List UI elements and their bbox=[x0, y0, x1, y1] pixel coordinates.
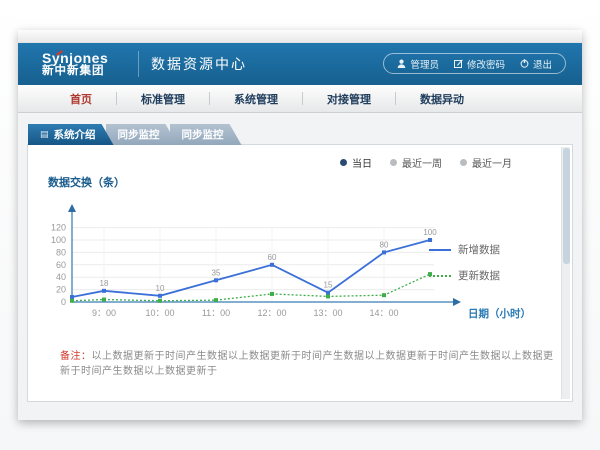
svg-text:80: 80 bbox=[380, 240, 389, 249]
window-top-strip bbox=[18, 30, 582, 43]
tab-label: 同步监控 bbox=[118, 127, 160, 142]
chart-container: 0 20 40 60 80 100 120 9：00 10：00 11：00 12：00 13：00 1… bbox=[42, 190, 562, 337]
filter-today[interactable]: 当日 bbox=[340, 155, 372, 170]
svg-text:15: 15 bbox=[324, 281, 333, 290]
nav-item-interface-mgmt[interactable]: 对接管理 bbox=[303, 91, 395, 107]
svg-text:60: 60 bbox=[56, 260, 66, 270]
tab-label: 系统介绍 bbox=[54, 127, 96, 142]
legend-item-update-data: 更新数据 bbox=[429, 268, 500, 283]
time-filter-group: 当日 最近一周 最近一月 bbox=[36, 155, 512, 170]
svg-text:11：00: 11：00 bbox=[202, 308, 230, 318]
app-title: 数据资源中心 bbox=[151, 54, 247, 74]
legend-item-new-data: 新增数据 bbox=[429, 242, 500, 257]
green-line-swatch bbox=[429, 275, 451, 277]
svg-text:0: 0 bbox=[61, 297, 66, 307]
content-area: ▤ 系统介绍 同步监控 同步监控 当日 bbox=[18, 113, 582, 402]
user-name-label: 管理员 bbox=[410, 57, 439, 71]
filter-label: 最近一周 bbox=[402, 155, 442, 170]
svg-text:100: 100 bbox=[51, 235, 66, 245]
main-nav: 首页 标准管理 系统管理 对接管理 数据异动 bbox=[18, 85, 582, 113]
header-divider bbox=[138, 51, 139, 77]
filter-label: 最近一月 bbox=[472, 155, 512, 170]
filter-label: 当日 bbox=[352, 155, 372, 170]
nav-item-home[interactable]: 首页 bbox=[46, 91, 116, 107]
page-background: Synjones 新中新集团 数据资源中心 管理员 修改密码 bbox=[0, 0, 600, 450]
app-window: Synjones 新中新集团 数据资源中心 管理员 修改密码 bbox=[18, 30, 582, 420]
nav-item-data-change[interactable]: 数据异动 bbox=[396, 91, 488, 107]
filter-last-week[interactable]: 最近一周 bbox=[390, 155, 442, 170]
y-axis-title: 数据交换（条） bbox=[48, 174, 562, 190]
svg-text:10：00: 10：00 bbox=[145, 308, 174, 318]
person-icon bbox=[397, 59, 406, 68]
blue-line-swatch bbox=[429, 249, 451, 251]
power-icon bbox=[520, 59, 529, 68]
logo: Synjones 新中新集团 bbox=[42, 51, 126, 78]
tab-label: 同步监控 bbox=[182, 127, 224, 142]
nav-item-standard-mgmt[interactable]: 标准管理 bbox=[117, 91, 209, 107]
tab-sync-monitor-2[interactable]: 同步监控 bbox=[170, 124, 242, 145]
svg-text:9：00: 9：00 bbox=[92, 308, 116, 318]
document-icon: ▤ bbox=[40, 130, 49, 139]
nav-item-system-mgmt[interactable]: 系统管理 bbox=[210, 91, 302, 107]
chart-panel: 当日 最近一周 最近一月 数据交换（条） 0 20 40 60 80 100 120 9：00… bbox=[27, 144, 573, 402]
svg-text:日期（小时）: 日期（小时） bbox=[468, 307, 531, 320]
change-password-label: 修改密码 bbox=[467, 57, 505, 71]
radio-icon bbox=[390, 159, 397, 166]
tab-bar: ▤ 系统介绍 同步监控 同步监控 bbox=[28, 124, 573, 145]
tab-sync-monitor-1[interactable]: 同步监控 bbox=[106, 124, 178, 145]
logout-label: 退出 bbox=[533, 57, 552, 71]
radio-icon bbox=[340, 159, 347, 166]
legend-label: 更新数据 bbox=[458, 268, 500, 283]
svg-text:14：00: 14：00 bbox=[369, 308, 398, 318]
svg-text:120: 120 bbox=[51, 223, 66, 233]
change-password-button[interactable]: 修改密码 bbox=[454, 57, 505, 71]
svg-text:80: 80 bbox=[56, 247, 66, 257]
footnote-text: 以上数据更新于时间产生数据以上数据更新于时间产生数据以上数据更新于时间产生数据以… bbox=[60, 351, 554, 377]
logo-text-en: Synjones bbox=[42, 51, 126, 66]
scrollbar-track[interactable] bbox=[561, 147, 570, 399]
svg-text:10: 10 bbox=[156, 284, 165, 293]
footnote-prefix: 备注： bbox=[60, 351, 92, 362]
scrollbar-thumb[interactable] bbox=[563, 148, 570, 264]
tab-system-intro[interactable]: ▤ 系统介绍 bbox=[28, 124, 114, 145]
svg-text:100: 100 bbox=[423, 228, 437, 237]
edit-icon bbox=[454, 59, 463, 68]
svg-text:20: 20 bbox=[56, 285, 66, 295]
svg-text:40: 40 bbox=[56, 272, 66, 282]
logo-text-cn: 新中新集团 bbox=[42, 65, 126, 77]
svg-text:12：00: 12：00 bbox=[257, 308, 286, 318]
svg-text:35: 35 bbox=[212, 268, 221, 277]
logout-button[interactable]: 退出 bbox=[520, 57, 552, 71]
footnote: 备注：以上数据更新于时间产生数据以上数据更新于时间产生数据以上数据更新于时间产生… bbox=[60, 347, 562, 377]
user-menu[interactable]: 管理员 bbox=[397, 57, 439, 71]
svg-text:13：00: 13：00 bbox=[313, 308, 342, 318]
svg-text:18: 18 bbox=[100, 279, 109, 288]
radio-icon bbox=[460, 159, 467, 166]
chart-legend: 新增数据 更新数据 bbox=[429, 242, 500, 283]
user-controls: 管理员 修改密码 退出 bbox=[383, 53, 566, 74]
svg-text:60: 60 bbox=[268, 253, 277, 262]
filter-last-month[interactable]: 最近一月 bbox=[460, 155, 512, 170]
legend-label: 新增数据 bbox=[458, 242, 500, 257]
app-header: Synjones 新中新集团 数据资源中心 管理员 修改密码 bbox=[18, 43, 582, 85]
